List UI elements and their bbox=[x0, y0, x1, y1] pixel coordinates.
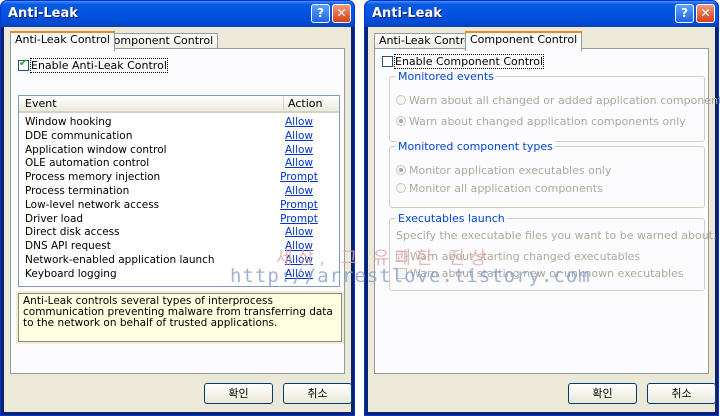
anti-leak-panel: Enable Anti-Leak Control Event Action Wi… bbox=[10, 48, 345, 374]
action-link[interactable]: Allow bbox=[277, 185, 321, 197]
event-name: DDE communication bbox=[25, 129, 133, 142]
enable-anti-leak-label: Enable Anti-Leak Control bbox=[30, 57, 168, 73]
action-link[interactable]: Prompt bbox=[277, 171, 321, 183]
table-row[interactable]: Driver load Prompt bbox=[19, 213, 339, 227]
group-label: Monitored component types bbox=[396, 140, 555, 153]
table-row[interactable]: Window hooking Allow bbox=[19, 116, 339, 130]
executables-hint: Specify the executable files you want to… bbox=[396, 229, 717, 242]
cancel-button[interactable]: 취소 bbox=[647, 383, 716, 404]
tab-component-control[interactable]: Component Control bbox=[101, 33, 219, 49]
title-bar[interactable]: Anti-Leak ? ✕ bbox=[1, 1, 354, 27]
window-title: Anti-Leak bbox=[8, 6, 78, 21]
column-header-action[interactable]: Action bbox=[283, 97, 322, 110]
window-title: Anti-Leak bbox=[372, 6, 442, 21]
table-row[interactable]: DDE communication Allow bbox=[19, 130, 339, 144]
help-button[interactable]: ? bbox=[675, 4, 694, 23]
help-button[interactable]: ? bbox=[311, 4, 330, 23]
action-link[interactable]: Allow bbox=[277, 144, 321, 156]
component-panel: Enable Component Control Monitored event… bbox=[374, 48, 720, 374]
group-label: Monitored events bbox=[396, 70, 496, 83]
tab-component-control[interactable]: Component Control bbox=[465, 31, 583, 51]
title-bar[interactable]: Anti-Leak ? ✕ bbox=[365, 1, 718, 27]
table-row[interactable]: Application window control Allow bbox=[19, 144, 339, 158]
description-box: Anti-Leak controls several types of inte… bbox=[18, 293, 342, 342]
ok-button[interactable]: 확인 bbox=[568, 383, 637, 404]
enable-anti-leak-checkbox[interactable]: Enable Anti-Leak Control bbox=[18, 57, 168, 73]
close-button[interactable]: ✕ bbox=[696, 4, 715, 23]
radio-label: Monitor all application components bbox=[409, 181, 603, 195]
radio-label: Warn about all changed or added applicat… bbox=[409, 93, 720, 107]
dialog-client: Anti-Leak Control Component Control Enab… bbox=[4, 27, 352, 412]
radio-label: Warn about changed application component… bbox=[409, 114, 686, 128]
anti-leak-window-left: Anti-Leak ? ✕ Anti-Leak Control Componen… bbox=[0, 0, 355, 416]
table-row[interactable]: Direct disk access Allow bbox=[19, 226, 339, 240]
event-name: DNS API request bbox=[25, 240, 111, 253]
table-row[interactable]: Process termination Allow bbox=[19, 185, 339, 199]
table-row[interactable]: Low-level network access Prompt bbox=[19, 199, 339, 213]
tab-anti-leak-control[interactable]: Anti-Leak Control bbox=[10, 31, 115, 51]
event-name: Keyboard logging bbox=[25, 267, 117, 280]
action-link[interactable]: Allow bbox=[277, 116, 321, 128]
event-name: Network-enabled application launch bbox=[25, 254, 215, 266]
action-link[interactable]: Allow bbox=[277, 130, 321, 142]
event-name: Window hooking bbox=[25, 116, 112, 128]
radio-selected-icon bbox=[396, 116, 406, 126]
event-name: Low-level network access bbox=[25, 198, 160, 211]
radio-selected-icon bbox=[396, 165, 406, 175]
cancel-button[interactable]: 취소 bbox=[283, 383, 352, 404]
event-name: OLE automation control bbox=[25, 157, 150, 170]
radio-warn-changed-only[interactable]: Warn about changed application component… bbox=[396, 114, 686, 128]
enable-component-checkbox[interactable]: Enable Component Control bbox=[382, 53, 545, 69]
close-button[interactable]: ✕ bbox=[332, 4, 351, 23]
ok-button[interactable]: 확인 bbox=[204, 383, 273, 404]
action-link[interactable]: Allow bbox=[277, 157, 321, 169]
action-link[interactable]: Prompt bbox=[277, 199, 321, 211]
monitored-events-group: Monitored events Warn about all changed … bbox=[389, 70, 720, 142]
checkbox-checked-icon bbox=[18, 58, 29, 71]
enable-component-label: Enable Component Control bbox=[393, 53, 545, 69]
action-link[interactable]: Prompt bbox=[277, 213, 321, 225]
event-name: Direct disk access bbox=[25, 226, 120, 239]
event-name: Driver load bbox=[25, 212, 84, 225]
table-header: Event Action bbox=[19, 96, 339, 113]
action-link[interactable]: Allow bbox=[277, 226, 321, 238]
watermark-url: http://arrestlove.tistory.com bbox=[230, 265, 591, 287]
radio-icon bbox=[396, 95, 406, 105]
checkbox-unchecked-icon bbox=[382, 55, 393, 67]
group-label: Executables launch bbox=[396, 212, 507, 225]
event-name: Application window control bbox=[25, 143, 167, 156]
event-name: Process memory injection bbox=[25, 171, 161, 184]
radio-all-components[interactable]: Monitor all application components bbox=[396, 181, 603, 195]
tab-anti-leak-control[interactable]: Anti-Leak Control bbox=[374, 33, 479, 49]
table-row[interactable]: Process memory injection Prompt bbox=[19, 171, 339, 185]
monitored-types-group: Monitored component types Monitor applic… bbox=[389, 140, 705, 208]
radio-warn-all-changed[interactable]: Warn about all changed or added applicat… bbox=[396, 93, 720, 107]
table-row[interactable]: OLE automation control Allow bbox=[19, 157, 339, 171]
radio-executables-only[interactable]: Monitor application executables only bbox=[396, 163, 611, 177]
anti-leak-window-right: Anti-Leak ? ✕ Anti-Leak Control Componen… bbox=[364, 0, 720, 416]
column-header-event[interactable]: Event bbox=[25, 97, 57, 110]
radio-label: Monitor application executables only bbox=[409, 163, 612, 177]
dialog-client: Anti-Leak Control Component Control Enab… bbox=[368, 27, 720, 412]
event-name: Process termination bbox=[25, 185, 130, 197]
radio-icon bbox=[396, 183, 406, 193]
